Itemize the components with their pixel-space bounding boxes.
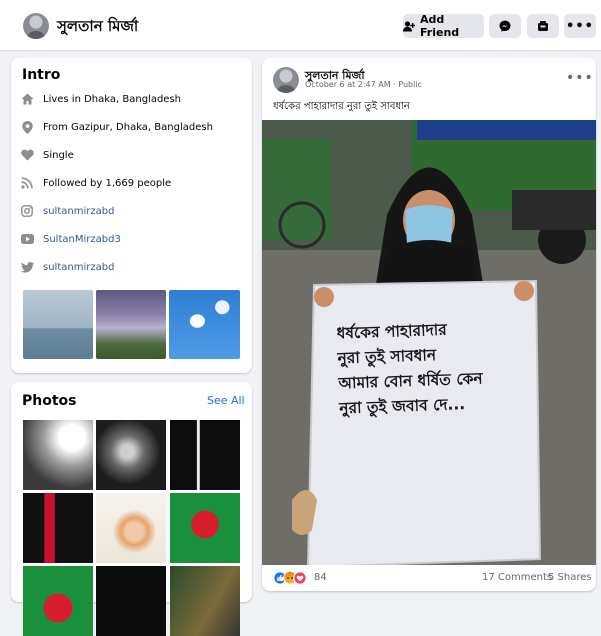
intro-item-value[interactable]: Gazipur, Dhaka, Bangladesh — [71, 122, 213, 133]
profile-avatar[interactable] — [23, 13, 49, 39]
post-options-icon[interactable]: ••• — [566, 70, 594, 86]
post-timestamp[interactable]: October 6 at 2:47 AM · Public — [305, 80, 422, 89]
reaction-count[interactable]: 84 — [314, 572, 327, 583]
see-all-photos-link[interactable]: See All — [207, 394, 245, 407]
photo-thumb[interactable] — [23, 420, 93, 490]
intro-item-twitter[interactable]: sultanmirzabd — [20, 258, 114, 276]
photo-thumb[interactable] — [96, 420, 166, 490]
photo-thumb[interactable] — [170, 566, 240, 636]
rss-icon — [20, 176, 34, 190]
instagram-icon — [20, 204, 34, 218]
intro-item-lives: Lives in Dhaka, Bangladesh — [20, 90, 181, 108]
intro-item-prefix: From — [43, 121, 71, 133]
follow-button[interactable] — [527, 14, 559, 38]
intro-item-value[interactable]: sultanmirzabd — [43, 262, 114, 273]
add-friend-label: Add Friend — [420, 13, 460, 39]
photo-thumb[interactable] — [23, 566, 93, 636]
heart-icon — [20, 148, 34, 162]
photos-title: Photos — [22, 393, 77, 409]
post-author-avatar[interactable] — [273, 67, 299, 93]
intro-title: Intro — [22, 67, 61, 83]
youtube-icon — [20, 232, 34, 246]
profile-header-bar: সুলতান মির্জা Add Friend ••• — [0, 0, 601, 51]
photo-thumb[interactable] — [170, 420, 240, 490]
post-meta: October 6 at 2:47 AM · Public — [305, 80, 422, 89]
intro-item-relationship: Single — [20, 146, 74, 164]
messenger-icon — [499, 20, 511, 32]
intro-item-instagram[interactable]: sultanmirzabd — [20, 202, 114, 220]
intro-item-followers: Followed by 1,669 people — [20, 174, 171, 192]
intro-item-value: Single — [43, 149, 74, 161]
add-friend-icon — [403, 20, 415, 32]
intro-item-youtube[interactable]: SultanMirzabd3 — [20, 230, 121, 248]
intro-item-prefix: Followed by — [43, 177, 106, 189]
location-pin-icon — [20, 120, 34, 134]
reaction-icons[interactable] — [273, 570, 313, 585]
intro-item-value[interactable]: Dhaka, Bangladesh — [84, 94, 181, 105]
more-dots-icon: ••• — [566, 18, 594, 34]
poster-handwritten-text: ধর্ষকের পাহারাদার নুরা তুই সাবধান আমার ব… — [336, 315, 539, 422]
comments-count[interactable]: 17 Comments — [482, 572, 552, 583]
shares-count[interactable]: 5 Shares — [548, 572, 592, 583]
featured-photo-3[interactable] — [169, 290, 240, 359]
message-button[interactable] — [489, 14, 521, 38]
add-friend-button[interactable]: Add Friend — [403, 13, 484, 39]
featured-photo-2[interactable] — [96, 290, 166, 359]
photo-thumb[interactable] — [96, 493, 166, 563]
follow-icon — [537, 20, 549, 32]
photo-thumb[interactable] — [96, 566, 166, 636]
intro-item-value[interactable]: SultanMirzabd3 — [43, 234, 121, 245]
photo-thumb[interactable] — [170, 493, 240, 563]
intro-item-value[interactable]: sultanmirzabd — [43, 206, 114, 217]
photo-thumb[interactable] — [23, 493, 93, 563]
twitter-icon — [20, 260, 34, 274]
intro-item-prefix: Lives in — [43, 93, 85, 105]
post-text: ধর্ষকের পাহারাদার নুরা তুই সাবধান — [273, 101, 410, 112]
more-options-button[interactable]: ••• — [564, 14, 596, 38]
home-icon — [20, 92, 34, 106]
featured-photo-1[interactable] — [23, 290, 93, 359]
intro-item-from: From Gazipur, Dhaka, Bangladesh — [20, 118, 213, 136]
intro-item-value[interactable]: 1,669 people — [106, 178, 172, 189]
profile-name[interactable]: সুলতান মির্জা — [57, 15, 138, 40]
